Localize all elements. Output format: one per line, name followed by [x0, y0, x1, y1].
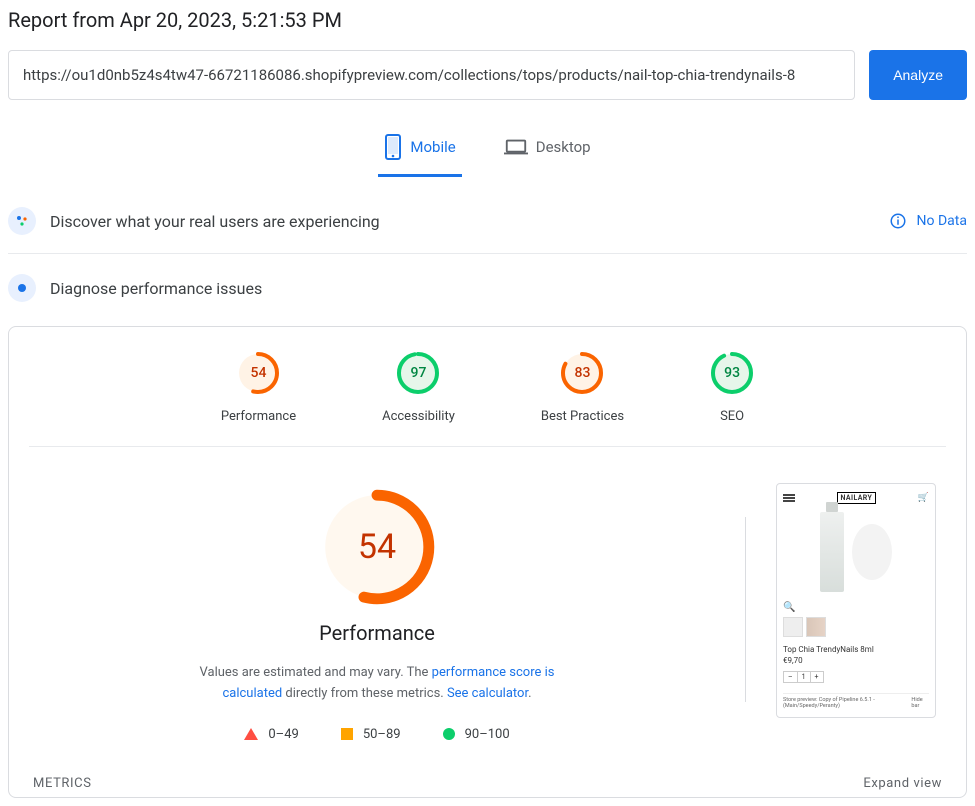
circle-icon	[443, 728, 455, 740]
metrics-label: METRICS	[33, 776, 92, 791]
vertical-divider	[745, 517, 746, 702]
url-input[interactable]	[8, 50, 855, 100]
search-icon: 🔍	[783, 602, 929, 613]
users-icon	[8, 207, 36, 235]
gauge-value: 93	[710, 351, 754, 395]
gauge-label: SEO	[710, 409, 754, 424]
performance-summary: 54 Performance Values are estimated and …	[39, 477, 715, 742]
tab-mobile-label: Mobile	[410, 138, 455, 156]
tab-desktop-label: Desktop	[536, 138, 591, 156]
lighthouse-panel: 54 Performance 97 Accessibility 83 Best Pract…	[8, 326, 967, 798]
gauge-accessibility[interactable]: 97 Accessibility	[382, 351, 455, 424]
tab-desktop[interactable]: Desktop	[498, 124, 597, 177]
device-tabs: Mobile Desktop	[8, 124, 967, 177]
hamburger-icon	[783, 494, 795, 502]
cart-icon: 🛒	[918, 493, 929, 503]
gauge-performance[interactable]: 54 Performance	[221, 351, 296, 424]
preview-thumb	[783, 617, 803, 637]
no-data-link[interactable]: No Data	[889, 212, 967, 230]
gauge-seo[interactable]: 93 SEO	[710, 351, 754, 424]
square-icon	[341, 728, 353, 740]
info-icon	[889, 212, 907, 230]
diagnose-section: Diagnose performance issues	[8, 268, 967, 320]
preview-logo: NAILARY	[837, 492, 877, 504]
legend-pass: 90–100	[443, 727, 510, 742]
no-data-label: No Data	[917, 213, 967, 229]
see-calculator-link[interactable]: See calculator	[447, 686, 528, 701]
performance-description: Values are estimated and may vary. The p…	[177, 663, 577, 705]
analyze-button[interactable]: Analyze	[869, 50, 967, 100]
diagnose-title: Diagnose performance issues	[50, 279, 967, 298]
url-row: Analyze	[8, 50, 967, 100]
gauge-row: 54 Performance 97 Accessibility 83 Best Pract…	[29, 347, 946, 447]
legend-fail: 0–49	[244, 727, 298, 742]
preview-product-price: €9,70	[783, 656, 929, 665]
preview-hide-bar: Hide bar	[911, 697, 929, 709]
performance-heading: Performance	[39, 621, 715, 645]
gauge-value: 97	[396, 351, 440, 395]
metrics-header: METRICS Expand view	[19, 742, 956, 791]
laptop-icon	[504, 138, 528, 156]
performance-big-gauge: 54	[317, 487, 437, 607]
discover-section: Discover what your real users are experi…	[8, 201, 967, 254]
gauge-label: Accessibility	[382, 409, 455, 424]
legend-avg: 50–89	[341, 727, 401, 742]
preview-product-name: Top Chia TrendyNails 8ml	[783, 645, 929, 654]
score-legend: 0–49 50–89 90–100	[39, 727, 715, 742]
page-preview: NAILARY 🛒 🔍 Top Chia TrendyNails 8ml €9,…	[776, 483, 936, 718]
preview-qty: –1+	[783, 671, 824, 683]
gauge-value: 54	[236, 351, 280, 395]
performance-row: 54 Performance Values are estimated and …	[19, 477, 956, 742]
preview-swatch-image	[852, 524, 892, 580]
diagnose-icon	[8, 274, 36, 302]
preview-product-image	[820, 512, 844, 592]
gauge-best-practices[interactable]: 83 Best Practices	[541, 351, 624, 424]
expand-view-button[interactable]: Expand view	[863, 776, 942, 791]
triangle-icon	[244, 728, 258, 740]
phone-icon	[384, 134, 402, 160]
report-title: Report from Apr 20, 2023, 5:21:53 PM	[8, 8, 967, 32]
preview-footer-text: Store preview: Copy of Pipeline 6.5.1 - …	[783, 697, 911, 709]
performance-big-value: 54	[317, 487, 437, 607]
discover-title: Discover what your real users are experi…	[50, 212, 889, 231]
gauge-value: 83	[560, 351, 604, 395]
tab-mobile[interactable]: Mobile	[378, 124, 461, 177]
preview-thumb	[806, 617, 826, 637]
gauge-label: Performance	[221, 409, 296, 424]
gauge-label: Best Practices	[541, 409, 624, 424]
